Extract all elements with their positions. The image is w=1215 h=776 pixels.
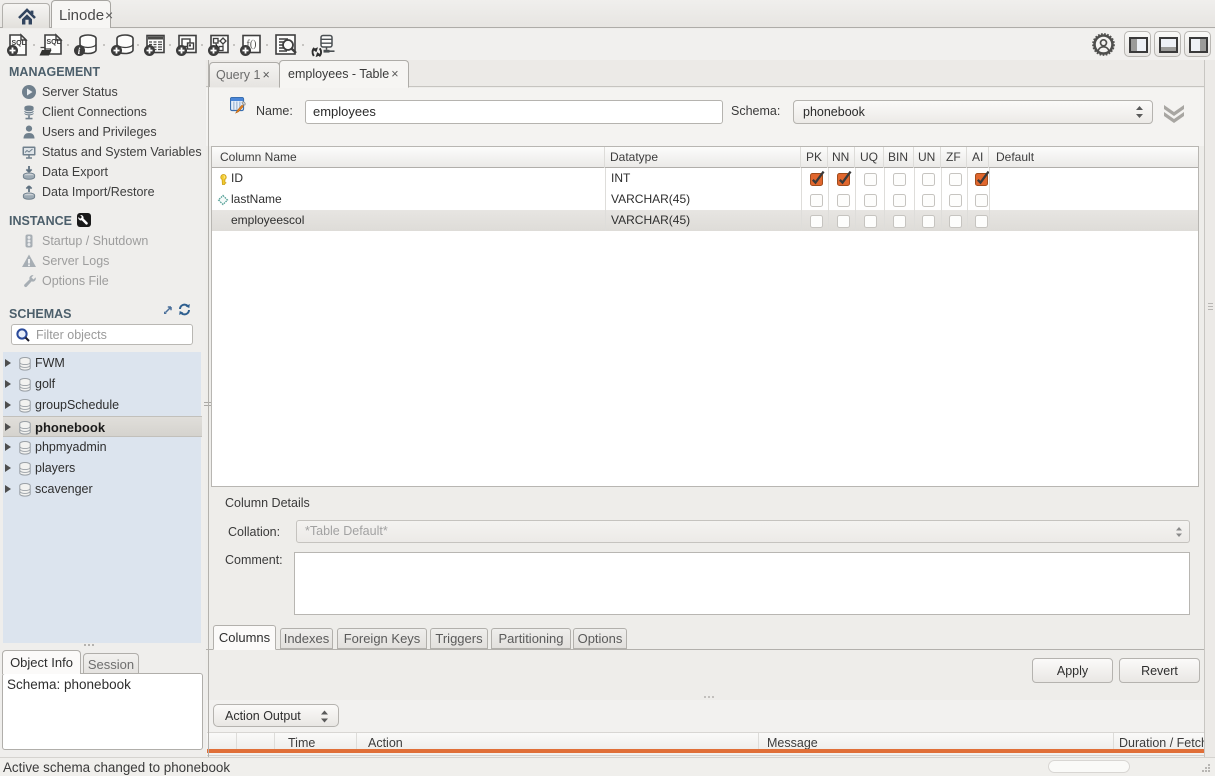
svg-text:SQL: SQL: [47, 39, 62, 46]
